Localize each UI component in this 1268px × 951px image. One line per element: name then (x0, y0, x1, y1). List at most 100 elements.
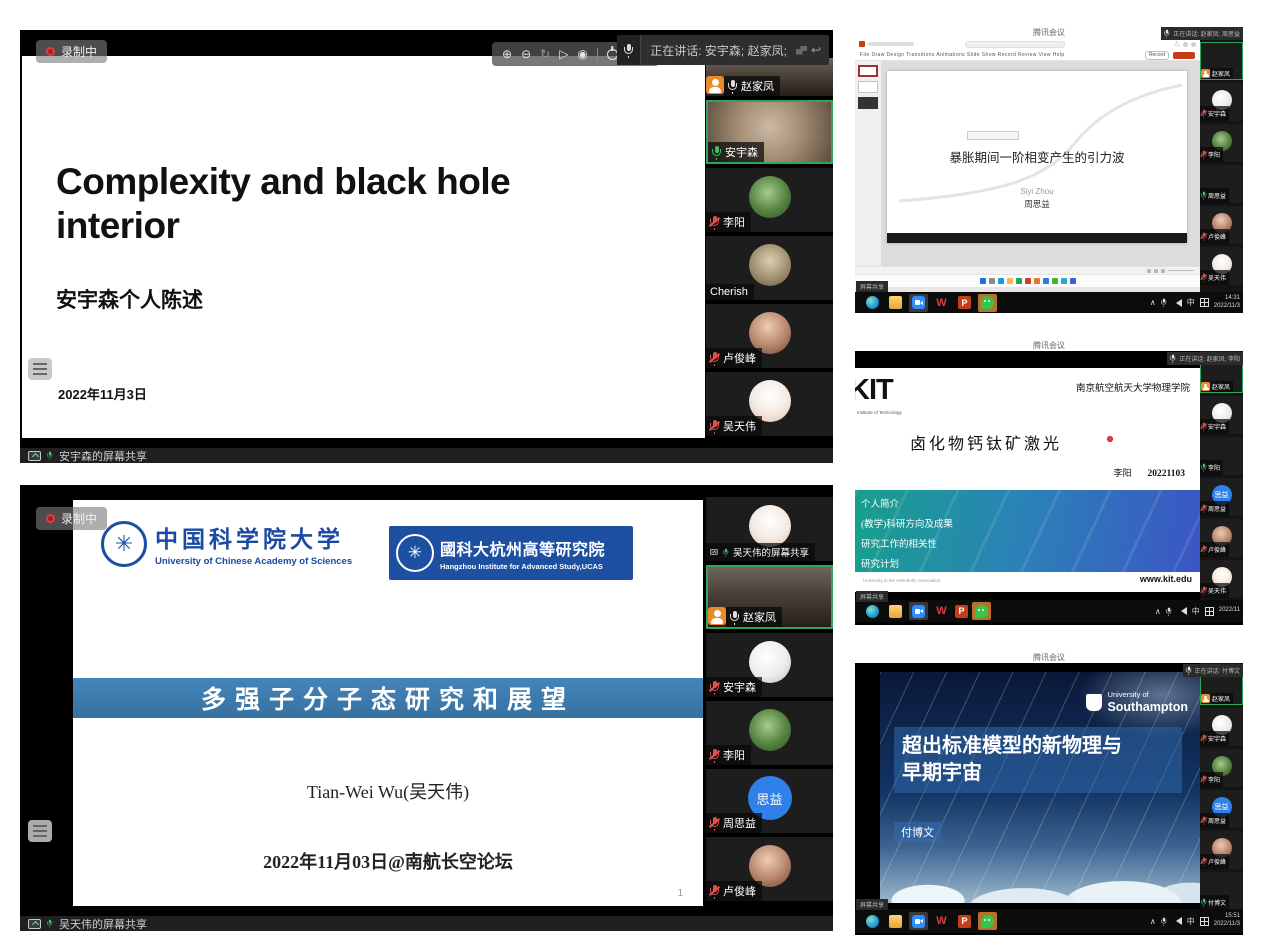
tray-expand-icon[interactable]: ∧ (1150, 917, 1156, 926)
focus-icon[interactable]: ◉ (577, 47, 587, 61)
app-icon[interactable] (1052, 278, 1058, 284)
thumbnail[interactable] (858, 81, 878, 93)
app-icon[interactable] (1034, 278, 1040, 284)
file-explorer-icon[interactable] (889, 605, 902, 618)
taskbar-clock[interactable]: 15:51 2022/11/3 (1214, 913, 1240, 929)
zoom-in-icon[interactable]: ⊕ (502, 47, 512, 61)
touch-keyboard-icon[interactable] (1200, 298, 1209, 307)
participant-tile-liyang[interactable]: 李阳 (706, 701, 833, 765)
participant-tile-anyusen[interactable]: 安宇森 (706, 100, 833, 164)
participant-tile-zhousiyi[interactable]: 思益 周思益 (1200, 790, 1243, 828)
participant-tile-lujunfeng[interactable]: 卢俊峰 (1200, 206, 1243, 244)
participant-tile-anyusen[interactable]: 安宇森 (1200, 396, 1243, 434)
participant-tile-zhousiyi[interactable]: 思益 周思益 (706, 769, 833, 833)
ppt-search-box[interactable] (965, 41, 1065, 48)
search-icon[interactable] (989, 278, 995, 284)
windows-taskbar[interactable]: W P ∧ 中 14:31 2022/11/3 (855, 292, 1243, 313)
app-icon[interactable] (1025, 278, 1031, 284)
participant-tile-anyusen[interactable]: 安宇森 (1200, 708, 1243, 746)
window-controls[interactable] (1191, 42, 1196, 47)
participant-tile-zhaojiafeng[interactable]: 赵家凤 (1200, 42, 1243, 80)
windows-taskbar[interactable]: W P ∧ 中 2022/11 (855, 600, 1243, 622)
tray-mic-icon[interactable] (1166, 607, 1171, 615)
powerpoint-icon[interactable]: P (955, 605, 968, 618)
share-button[interactable] (1173, 52, 1195, 59)
zoom-slider[interactable] (1168, 270, 1194, 271)
ime-indicator[interactable]: 中 (1187, 916, 1195, 927)
record-button[interactable]: Record (1145, 51, 1169, 60)
meeting-app-icon[interactable] (912, 296, 925, 309)
back-icon[interactable]: ↩ (811, 43, 829, 57)
file-explorer-icon[interactable] (889, 296, 902, 309)
participant-tile-anyusen[interactable]: 安宇森 (706, 633, 833, 697)
participant-tile-wutianwei[interactable]: 吴天伟 (706, 372, 833, 436)
participant-tile-zhousiyi[interactable]: 思益 周思益 (1200, 478, 1243, 516)
taskbar-clock[interactable]: 2022/11 (1219, 607, 1240, 615)
participant-tile-lujunfeng[interactable]: 卢俊峰 (706, 837, 833, 901)
participant-tile-liyang[interactable]: 李阳 (1200, 437, 1243, 475)
taskbar-clock[interactable]: 14:31 2022/11/3 (1214, 295, 1240, 311)
participant-tile-fubowen[interactable]: 付博文 (1200, 872, 1243, 910)
powerpoint-icon[interactable]: P (958, 915, 971, 928)
view-icon[interactable] (1147, 269, 1151, 273)
file-explorer-icon[interactable] (889, 915, 902, 928)
layout-icon[interactable] (796, 46, 807, 55)
participant-tile-liyang[interactable]: 李阳 (706, 168, 833, 232)
meeting-app-icon[interactable] (912, 605, 925, 618)
participant-tile-wutianwei[interactable]: 吴天伟 (1200, 247, 1243, 285)
account-avatar[interactable] (1183, 42, 1188, 47)
tray-mic-icon[interactable] (1161, 917, 1166, 925)
wechat-icon[interactable] (981, 915, 994, 928)
system-tray[interactable]: ∧ 中 14:31 2022/11/3 (1150, 295, 1240, 311)
volume-icon[interactable] (1177, 607, 1187, 615)
volume-icon[interactable] (1172, 917, 1182, 925)
participant-tile-lujunfeng[interactable]: 卢俊峰 (1200, 519, 1243, 557)
powerpoint-icon[interactable]: P (958, 296, 971, 309)
tray-expand-icon[interactable]: ∧ (1150, 298, 1156, 307)
ime-indicator[interactable]: 中 (1192, 606, 1200, 617)
participant-tile-lujunfeng[interactable]: 卢俊峰 (1200, 831, 1243, 869)
view-icon[interactable] (1161, 269, 1165, 273)
touch-keyboard-icon[interactable] (1200, 917, 1209, 926)
tray-expand-icon[interactable]: ∧ (1155, 607, 1161, 616)
wps-office-icon[interactable]: W (935, 915, 948, 928)
agenda-list-button[interactable] (28, 820, 52, 842)
participant-tile-zhousiyi[interactable]: 周思益 (1200, 165, 1243, 203)
edge-browser-icon[interactable] (866, 296, 879, 309)
app-icon[interactable] (1070, 278, 1076, 284)
wps-office-icon[interactable]: W (935, 605, 948, 618)
participant-tile-cherish[interactable]: Cherish (706, 236, 833, 300)
power-icon[interactable] (607, 49, 618, 60)
edge-browser-icon[interactable] (866, 605, 879, 618)
rotate-icon[interactable]: ↻ (540, 47, 550, 61)
participant-tile-anyusen[interactable]: 安宇森 (1200, 83, 1243, 121)
ribbon-tabs[interactable]: File Draw Design Transitions Animations … (860, 52, 1065, 58)
wps-office-icon[interactable]: W (935, 296, 948, 309)
volume-icon[interactable] (1172, 299, 1182, 307)
wechat-icon[interactable] (975, 605, 988, 618)
touch-keyboard-icon[interactable] (1205, 607, 1214, 616)
system-tray[interactable]: ∧ 中 2022/11 (1155, 605, 1240, 618)
wechat-icon[interactable] (981, 296, 994, 309)
system-tray[interactable]: ∧ 中 15:51 2022/11/3 (1150, 913, 1240, 929)
view-icon[interactable] (1154, 269, 1158, 273)
participant-tile-wutianwei[interactable]: 吴天伟 (1200, 560, 1243, 598)
agenda-list-button[interactable] (28, 358, 52, 380)
tray-mic-icon[interactable] (1161, 299, 1166, 307)
app-icon[interactable] (1007, 278, 1013, 284)
slide-thumbnails[interactable] (855, 61, 881, 266)
app-icon[interactable] (1043, 278, 1049, 284)
ppt-ribbon[interactable]: File Draw Design Transitions Animations … (855, 50, 1200, 61)
start-icon[interactable] (980, 278, 986, 284)
play-icon[interactable]: ▷ (559, 47, 568, 61)
thumbnail-selected[interactable] (858, 65, 878, 77)
participant-tile-lujunfeng[interactable]: 卢俊峰 (706, 304, 833, 368)
windows-taskbar[interactable]: W P ∧ 中 15:51 2022/11/3 (855, 909, 1243, 933)
edge-browser-icon[interactable] (866, 915, 879, 928)
participant-tile-liyang[interactable]: 李阳 (1200, 124, 1243, 162)
ime-indicator[interactable]: 中 (1187, 297, 1195, 308)
participant-tile-zhaojiafeng[interactable]: 赵家凤 (706, 565, 833, 629)
meeting-app-icon[interactable] (912, 915, 925, 928)
app-icon[interactable] (998, 278, 1004, 284)
thumbnail[interactable] (858, 97, 878, 109)
